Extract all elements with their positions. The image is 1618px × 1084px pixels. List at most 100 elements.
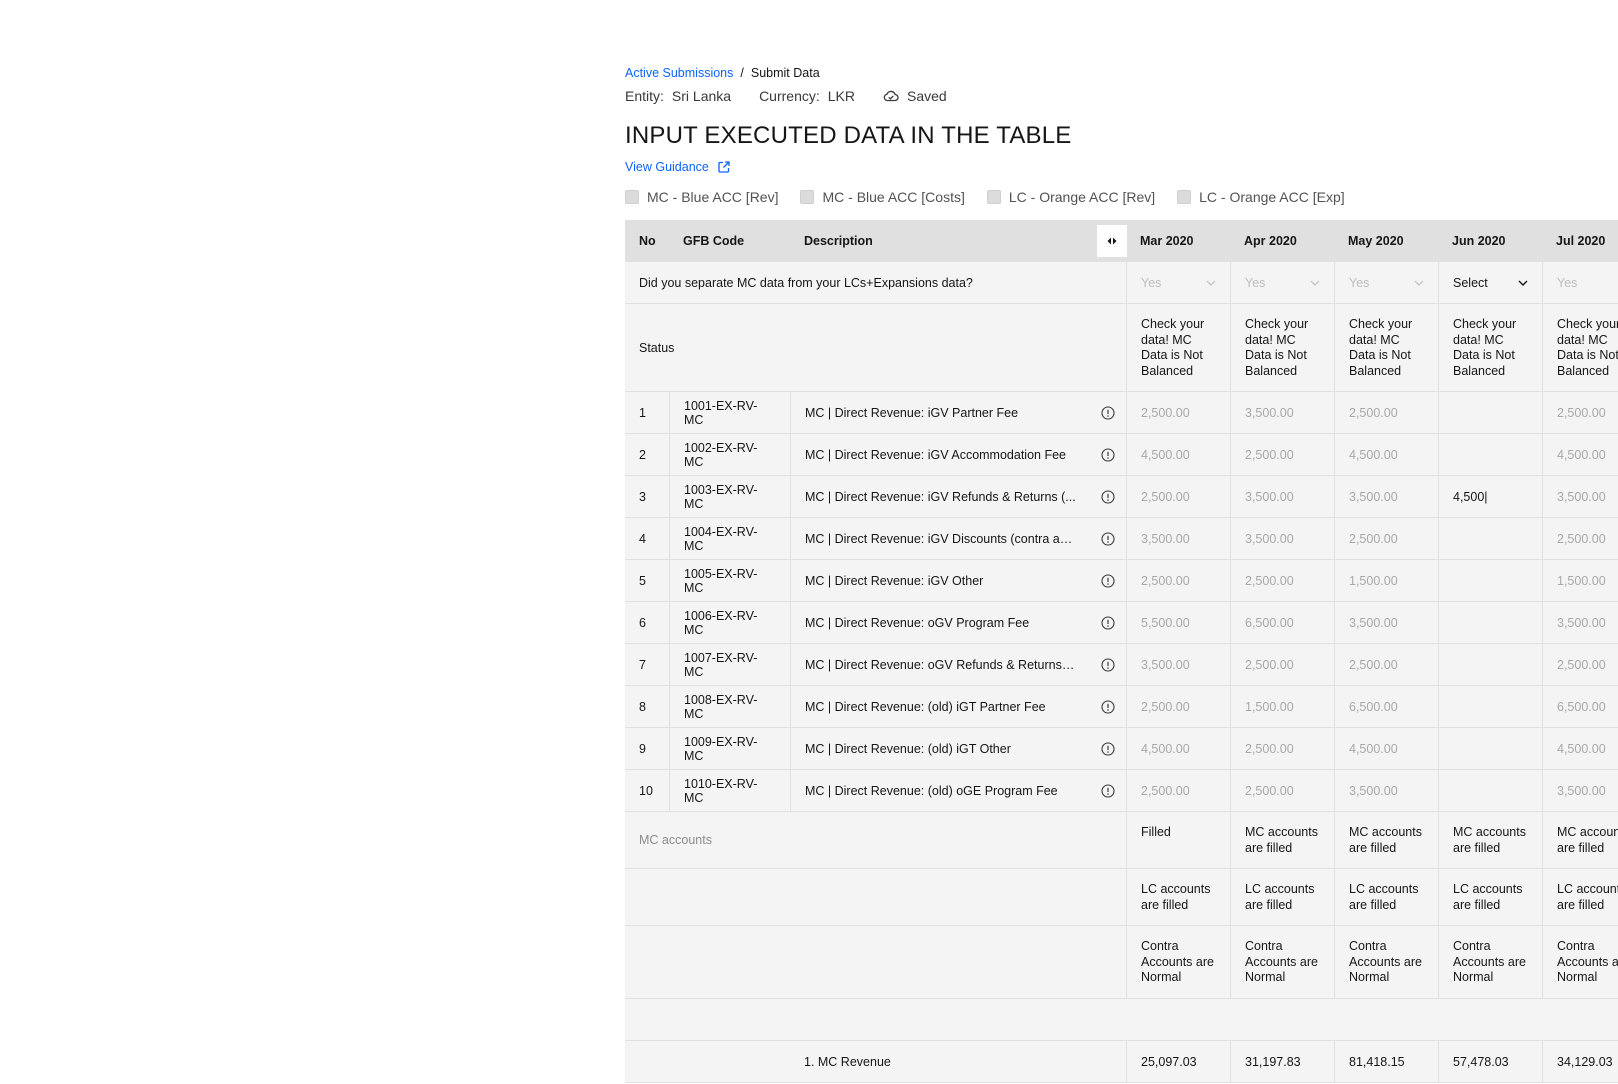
value-input[interactable]: 3,500.00 bbox=[1126, 518, 1230, 559]
value-input[interactable]: 2,500.00 bbox=[1334, 644, 1438, 685]
value-input[interactable]: 3,500.00 bbox=[1542, 476, 1618, 517]
value-input[interactable]: 2,500.00 bbox=[1542, 392, 1618, 433]
breadcrumb-link-active-submissions[interactable]: Active Submissions bbox=[625, 66, 733, 80]
value-input[interactable]: 3,500.00 bbox=[1542, 770, 1618, 811]
value-input[interactable]: 2,500.00 bbox=[1126, 686, 1230, 727]
header-month[interactable]: Jun 2020 bbox=[1438, 220, 1542, 262]
header-month[interactable]: Jul 2020 bbox=[1542, 220, 1618, 262]
value-input[interactable]: 2,500.00 bbox=[1230, 560, 1334, 601]
mc-separation-select[interactable]: Yes bbox=[1334, 262, 1438, 303]
table-row: 7 1007-EX-RV-MC MC | Direct Revenue: oGV R… bbox=[625, 644, 1618, 686]
value-input[interactable]: 2,500.00 bbox=[1230, 644, 1334, 685]
value-input[interactable]: 1,500.00 bbox=[1230, 686, 1334, 727]
filter-lc-orange-rev[interactable]: LC - Orange ACC [Rev] bbox=[986, 189, 1155, 205]
row-number: 3 bbox=[639, 489, 646, 504]
value-input[interactable]: 3,500.00 bbox=[1334, 476, 1438, 517]
check-message: Contra Accounts are Normal bbox=[1126, 926, 1230, 998]
value-input[interactable] bbox=[1438, 392, 1542, 433]
value-input[interactable]: 3,500.00 bbox=[1230, 476, 1334, 517]
filter-lc-orange-exp[interactable]: LC - Orange ACC [Exp] bbox=[1177, 189, 1345, 205]
info-button[interactable] bbox=[1090, 434, 1126, 475]
value-input[interactable]: 2,500.00 bbox=[1126, 770, 1230, 811]
info-button[interactable] bbox=[1090, 476, 1126, 517]
value-input[interactable]: 3,500.00 bbox=[1334, 602, 1438, 643]
table-row: 9 1009-EX-RV-MC MC | Direct Revenue: (old)… bbox=[625, 728, 1618, 770]
value-input[interactable]: 3,500.00 bbox=[1542, 602, 1618, 643]
header-gfb-code[interactable]: GFB Code bbox=[669, 220, 790, 262]
value-input[interactable] bbox=[1438, 686, 1542, 727]
value-input[interactable]: 2,500.00 bbox=[1230, 434, 1334, 475]
value-input[interactable]: 4,500.00 bbox=[1542, 434, 1618, 475]
header-month[interactable]: May 2020 bbox=[1334, 220, 1438, 262]
value-input[interactable]: 5,500.00 bbox=[1126, 602, 1230, 643]
value-input[interactable]: 3,500.00 bbox=[1126, 644, 1230, 685]
checkbox[interactable] bbox=[625, 190, 639, 204]
header-month[interactable]: Apr 2020 bbox=[1230, 220, 1334, 262]
value-input[interactable]: 4,500.00 bbox=[1126, 434, 1230, 475]
value-input[interactable]: 1,500.00 bbox=[1334, 560, 1438, 601]
info-button[interactable] bbox=[1090, 392, 1126, 433]
value-input[interactable]: 4,500.00 bbox=[1542, 728, 1618, 769]
status-message: Check your data! MC Data is Not Balanced bbox=[1438, 304, 1542, 391]
value-input[interactable]: 4,500.00 bbox=[1126, 728, 1230, 769]
row-description-text: MC | Direct Revenue: iGV Partner Fee bbox=[805, 405, 1019, 420]
question-row: Did you separate MC data from your LCs+E… bbox=[625, 262, 1618, 304]
value-input[interactable] bbox=[1438, 728, 1542, 769]
value-input[interactable] bbox=[1438, 770, 1542, 811]
value-input[interactable]: 2,500.00 bbox=[1542, 518, 1618, 559]
value-input[interactable]: 2,500.00 bbox=[1126, 392, 1230, 433]
mc-separation-select[interactable]: Yes bbox=[1230, 262, 1334, 303]
info-icon bbox=[1101, 573, 1115, 588]
value-input[interactable]: 2,500.00 bbox=[1230, 728, 1334, 769]
value-input[interactable]: 4,500.00 bbox=[1334, 728, 1438, 769]
value-input[interactable]: 3,500.00 bbox=[1230, 518, 1334, 559]
filter-mc-blue-costs[interactable]: MC - Blue ACC [Costs] bbox=[800, 189, 965, 205]
checkbox[interactable] bbox=[1177, 190, 1192, 204]
header-description[interactable]: Description bbox=[790, 220, 1090, 262]
value-input[interactable] bbox=[1438, 644, 1542, 685]
mc-separation-select[interactable]: Select bbox=[1438, 262, 1542, 303]
info-icon bbox=[1101, 783, 1115, 798]
value-input[interactable]: 4,500| bbox=[1438, 476, 1542, 517]
check-message: LC accounts are filled bbox=[1334, 869, 1438, 925]
value-input[interactable] bbox=[1438, 602, 1542, 643]
info-button[interactable] bbox=[1090, 518, 1126, 559]
info-button[interactable] bbox=[1090, 644, 1126, 685]
value-input[interactable] bbox=[1438, 518, 1542, 559]
value-input[interactable]: 1,500.00 bbox=[1542, 560, 1618, 601]
status-message: Check your data! MC Data is Not Balanced bbox=[1542, 304, 1618, 391]
mc-separation-select[interactable]: Yes bbox=[1542, 262, 1618, 303]
header-no[interactable]: No bbox=[625, 220, 669, 262]
value-input[interactable]: 2,500.00 bbox=[1126, 476, 1230, 517]
select-display: Yes bbox=[1557, 276, 1618, 290]
value-input[interactable]: 3,500.00 bbox=[1230, 392, 1334, 433]
info-button[interactable] bbox=[1090, 728, 1126, 769]
value-input[interactable]: 2,500.00 bbox=[1334, 518, 1438, 559]
checkbox[interactable] bbox=[986, 190, 1001, 204]
filter-mc-blue-rev[interactable]: MC - Blue ACC [Rev] bbox=[625, 189, 778, 205]
value-input[interactable]: 2,500.00 bbox=[1126, 560, 1230, 601]
info-button[interactable] bbox=[1090, 560, 1126, 601]
value-input[interactable] bbox=[1438, 560, 1542, 601]
value-input[interactable]: 3,500.00 bbox=[1334, 770, 1438, 811]
expand-columns-button[interactable] bbox=[1097, 225, 1127, 257]
checkbox[interactable] bbox=[800, 190, 815, 204]
select-display: Yes bbox=[1349, 276, 1424, 290]
value-input[interactable]: 4,500.00 bbox=[1334, 434, 1438, 475]
table-row: 4 1004-EX-RV-MC MC | Direct Revenue: iGV D… bbox=[625, 518, 1618, 560]
info-button[interactable] bbox=[1090, 770, 1126, 811]
value-input[interactable]: 6,500.00 bbox=[1230, 602, 1334, 643]
value-input[interactable]: 2,500.00 bbox=[1334, 392, 1438, 433]
value-input[interactable]: 6,500.00 bbox=[1542, 686, 1618, 727]
header-month[interactable]: Mar 2020 bbox=[1126, 220, 1230, 262]
value-input[interactable]: 2,500.00 bbox=[1230, 770, 1334, 811]
account-filters: MC - Blue ACC [Rev] MC - Blue ACC [Costs… bbox=[625, 189, 1367, 205]
value-input[interactable]: 2,500.00 bbox=[1542, 644, 1618, 685]
mc-separation-select[interactable]: Yes bbox=[1126, 262, 1230, 303]
info-button[interactable] bbox=[1090, 602, 1126, 643]
value-input[interactable] bbox=[1438, 434, 1542, 475]
info-button[interactable] bbox=[1090, 686, 1126, 727]
view-guidance-link[interactable]: View Guidance bbox=[625, 160, 731, 174]
select-value: Yes bbox=[1557, 275, 1578, 290]
value-input[interactable]: 6,500.00 bbox=[1334, 686, 1438, 727]
